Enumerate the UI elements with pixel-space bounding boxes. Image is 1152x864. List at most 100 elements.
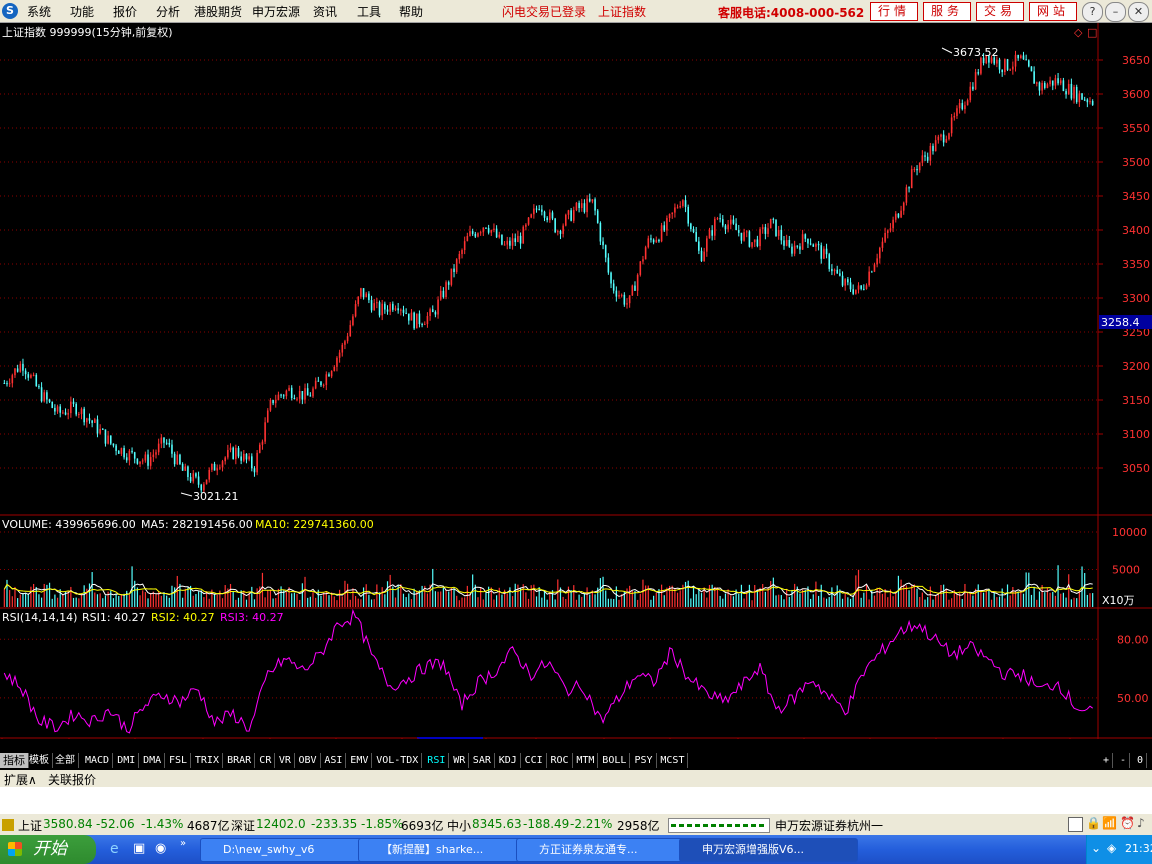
menu-hk-futures[interactable]: 港股期货 [194, 3, 242, 20]
candle-body [626, 303, 628, 305]
menu-quote[interactable]: 报价 [113, 3, 137, 20]
candle-body [902, 202, 905, 211]
task-swhy[interactable]: 申万宏源增强版V6... [679, 838, 858, 862]
candle-body [469, 231, 471, 237]
bell-icon[interactable]: ♪ [1137, 816, 1145, 830]
candle-body [184, 466, 187, 471]
candle-body [918, 162, 921, 171]
diamond-icon[interactable]: ◇ [1074, 26, 1083, 39]
status-icon[interactable] [2, 819, 14, 831]
trade-login-notice[interactable]: 闪电交易已登录 [502, 3, 586, 20]
indicator-tab-dma[interactable]: DMA [140, 753, 166, 768]
service-button[interactable]: 服务 [923, 2, 971, 21]
candle-body [804, 234, 807, 239]
help-icon[interactable]: ? [1082, 2, 1103, 22]
zx-index-name[interactable]: 中小 [447, 817, 471, 834]
candle-body [519, 235, 522, 244]
menu-news[interactable]: 资讯 [313, 3, 337, 20]
indicator-tab-fsl[interactable]: FSL [166, 753, 192, 768]
candle-body [886, 230, 889, 234]
task-reminder[interactable]: 【新提醒】sharke... [358, 838, 532, 862]
candle-body [809, 243, 812, 245]
hotline-text: 客服电话:4008-000-562 [718, 6, 865, 20]
candle-body [384, 303, 386, 310]
candle-body [950, 117, 953, 134]
index-link[interactable]: 上证指数 [598, 3, 646, 20]
indicator-tab-macd[interactable]: MACD [82, 753, 114, 768]
candle-body [559, 231, 562, 234]
candle-body [179, 454, 181, 464]
alarm-icon[interactable]: ⏰ [1120, 816, 1135, 830]
indicator-tab-trix[interactable]: TRIX [192, 753, 223, 768]
candle-body [163, 437, 165, 443]
candle-body [549, 212, 551, 221]
shield-icon[interactable]: ◈ [1107, 841, 1116, 855]
indicator-tab-cci[interactable]: CCI [522, 753, 547, 768]
candle-body [240, 456, 242, 461]
quicklaunch-expand-icon[interactable]: » [180, 838, 186, 849]
desktop-icon[interactable]: ▣ [133, 841, 145, 856]
indicator-tab-emv[interactable]: EMV [347, 753, 373, 768]
indicator-tab-vr[interactable]: VR [276, 753, 295, 768]
indicator-tab-mcst[interactable]: MCST [657, 753, 689, 768]
candle-body [381, 303, 383, 316]
task-founder[interactable]: 方正证券泉友通专... [516, 838, 695, 862]
indicator-tab-psy[interactable]: PSY [632, 753, 657, 768]
related-quote-tab[interactable]: 关联报价 [48, 771, 96, 788]
market-button[interactable]: 行情 [870, 2, 918, 21]
menu-system[interactable]: 系统 [27, 3, 51, 20]
window-icon[interactable] [1068, 817, 1083, 832]
candle-body [839, 273, 841, 276]
candle-body [604, 245, 607, 258]
start-button[interactable]: 开始 [0, 835, 96, 864]
indicator-tab-cr[interactable]: CR [256, 753, 276, 768]
ie-icon[interactable]: e [110, 841, 119, 857]
indicator-tab-rsi[interactable]: RSI [424, 753, 450, 768]
tray-expand-icon[interactable]: ⌄ [1091, 841, 1101, 855]
candle-body [799, 246, 801, 250]
maximize-chart-icon[interactable]: □ [1087, 26, 1097, 39]
menu-tools[interactable]: 工具 [357, 3, 381, 20]
indicator-tab-dmi[interactable]: DMI [114, 753, 140, 768]
candle-body [615, 290, 618, 297]
candle-body [966, 100, 969, 106]
candle-body [583, 203, 586, 213]
reset-button[interactable]: 0 [1134, 753, 1148, 768]
zoom-out-button[interactable]: - [1117, 753, 1131, 768]
menu-swhy[interactable]: 申万宏源 [252, 3, 300, 20]
indicator-tab-brar[interactable]: BRAR [224, 753, 256, 768]
sz-index-name[interactable]: 深证 [231, 817, 255, 834]
indicator-tab-全部[interactable]: 全部 [52, 753, 79, 768]
close-icon[interactable]: ✕ [1128, 2, 1149, 22]
indicator-tab-vol-tdx[interactable]: VOL-TDX [373, 753, 423, 768]
menu-help[interactable]: 帮助 [399, 3, 423, 20]
task-folder[interactable]: D:\new_swhy_v6 [200, 838, 374, 862]
trade-button[interactable]: 交易 [976, 2, 1024, 21]
menu-analysis[interactable]: 分析 [156, 3, 180, 20]
zoom-in-button[interactable]: + [1100, 753, 1114, 768]
indicator-tab-mtm[interactable]: MTM [573, 753, 599, 768]
indicator-tab-模板[interactable]: 模板 [26, 753, 53, 768]
indicator-tab-boll[interactable]: BOLL [599, 753, 631, 768]
website-button[interactable]: 网站 [1029, 2, 1077, 21]
candle-body [38, 386, 40, 388]
indicator-tab-指标[interactable]: 指标 [0, 753, 29, 768]
candle-body [751, 242, 753, 247]
minimize-icon[interactable]: – [1105, 2, 1126, 22]
sh-index-name[interactable]: 上证 [18, 817, 42, 834]
kline-chart[interactable]: 10000 5000 80.00 50.00 3650 3600 3550 3500 345… [0, 23, 1152, 753]
chart-area[interactable]: 10000 5000 80.00 50.00 3650 3600 3550 3500 345… [0, 23, 1152, 753]
indicator-tab-asi[interactable]: ASI [321, 753, 347, 768]
candle-body [88, 418, 91, 421]
expand-toggle[interactable]: 扩展∧ [4, 771, 37, 788]
indicator-tab-sar[interactable]: SAR [470, 753, 495, 768]
app-logo-icon[interactable]: S [2, 3, 18, 19]
indicator-tab-obv[interactable]: OBV [296, 753, 321, 768]
indicator-tab-wr[interactable]: WR [450, 753, 470, 768]
menu-function[interactable]: 功能 [70, 3, 94, 20]
indicator-tab-roc[interactable]: ROC [548, 753, 573, 768]
media-icon[interactable]: ◉ [155, 841, 166, 856]
indicator-tab-kdj[interactable]: KDJ [496, 753, 521, 768]
lock-icon[interactable]: 🔒 [1086, 816, 1101, 830]
signal-icon[interactable]: 📶 [1102, 816, 1117, 830]
